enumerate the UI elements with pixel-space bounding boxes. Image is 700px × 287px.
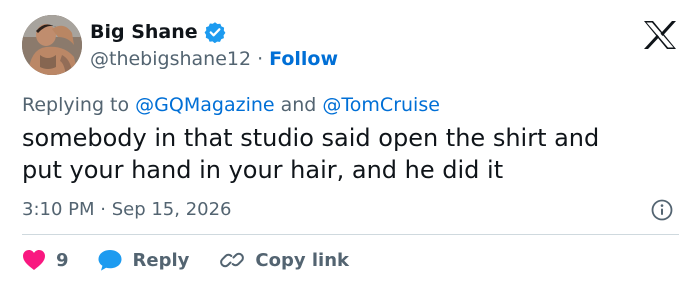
reply-context: Replying to @GQMagazine and @TomCruise — [22, 93, 440, 117]
x-logo-icon[interactable] — [641, 19, 679, 51]
reply-bubble-icon — [98, 250, 122, 271]
tweet-text-line: put your hand in your hair, and he did i… — [22, 156, 504, 184]
reply-button[interactable]: Reply — [97, 248, 190, 272]
reply-context-conjunction: and — [280, 94, 317, 116]
info-icon[interactable] — [651, 199, 673, 221]
mention-tomcruise[interactable]: @TomCruise — [322, 94, 440, 116]
author-name-row: Big Shane — [90, 20, 226, 44]
verified-badge-icon — [204, 21, 226, 44]
tweet-timestamp[interactable]: 3:10 PM · Sep 15, 2026 — [22, 198, 232, 222]
link-icon — [220, 252, 245, 268]
tweet-text: somebody in that studio said open the sh… — [22, 122, 682, 186]
copy-link-button[interactable]: Copy link — [219, 248, 349, 272]
tweet-card: Big Shane @thebigshane12 · Follow Replyi… — [0, 0, 700, 287]
author-display-name[interactable]: Big Shane — [90, 20, 198, 44]
separator-dot: · — [257, 48, 264, 70]
reply-context-prefix: Replying to — [22, 94, 130, 116]
mention-gqmagazine[interactable]: @GQMagazine — [135, 94, 274, 116]
copy-link-label: Copy link — [255, 249, 349, 271]
reply-label: Reply — [132, 249, 190, 271]
follow-button[interactable]: Follow — [269, 47, 338, 71]
avatar[interactable] — [22, 15, 82, 75]
like-button[interactable]: 9 — [22, 249, 69, 271]
action-bar: 9 Reply Copy link — [22, 246, 349, 274]
tweet-text-line: somebody in that studio said open the sh… — [22, 124, 600, 152]
like-count: 9 — [56, 249, 69, 271]
author-handle-row: @thebigshane12 · Follow — [90, 47, 338, 71]
heart-icon — [23, 250, 45, 270]
divider — [22, 234, 679, 235]
author-handle[interactable]: @thebigshane12 — [90, 47, 251, 71]
